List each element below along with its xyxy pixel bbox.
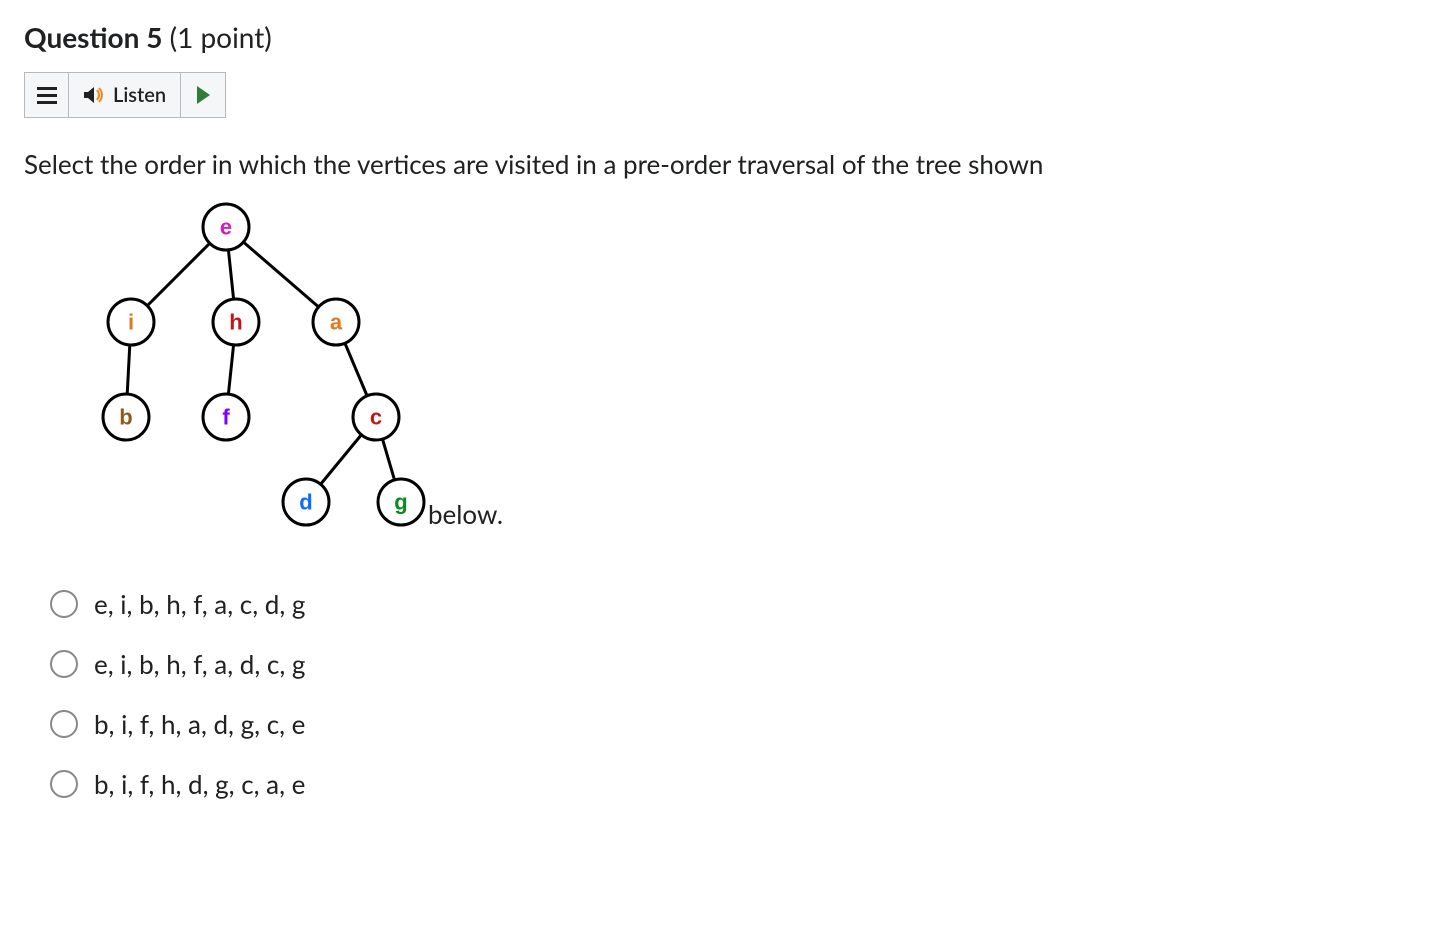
question-toolbar: Listen xyxy=(24,72,226,118)
option-text: b, i, f, h, a, d, g, c, e xyxy=(94,708,305,740)
menu-button[interactable] xyxy=(25,73,69,117)
svg-text:g: g xyxy=(394,490,407,515)
answer-options: e, i, b, h, f, a, c, d, g e, i, b, h, f,… xyxy=(50,588,1419,800)
svg-text:h: h xyxy=(229,310,242,335)
tree-node-g: g xyxy=(378,479,424,525)
tree-node-b: b xyxy=(103,394,149,440)
svg-text:c: c xyxy=(370,405,382,430)
hamburger-icon xyxy=(37,87,57,104)
play-button[interactable] xyxy=(181,73,225,117)
tree-node-h: h xyxy=(213,299,259,345)
option-text: e, i, b, h, f, a, d, c, g xyxy=(94,648,305,680)
option-text: e, i, b, h, f, a, c, d, g xyxy=(94,588,305,620)
question-points: (1 point) xyxy=(170,20,272,54)
tree-node-i: i xyxy=(108,299,154,345)
question-number: Question 5 xyxy=(24,20,162,54)
tree-diagram: e i h a b f c xyxy=(26,192,426,532)
svg-text:d: d xyxy=(299,490,312,515)
answer-option-3[interactable]: b, i, f, h, a, d, g, c, e xyxy=(50,708,1419,740)
listen-label: Listen xyxy=(113,83,166,107)
speaker-icon xyxy=(83,85,105,105)
svg-text:e: e xyxy=(220,215,232,240)
question-header: Question 5 (1 point) xyxy=(24,20,1419,54)
question-text-before: Select the order in which the vertices a… xyxy=(24,146,1043,182)
svg-text:b: b xyxy=(119,405,132,430)
question-body: Select the order in which the vertices a… xyxy=(24,146,1419,532)
tree-node-e: e xyxy=(203,204,249,250)
answer-option-1[interactable]: e, i, b, h, f, a, c, d, g xyxy=(50,588,1419,620)
svg-text:f: f xyxy=(222,405,230,430)
svg-text:a: a xyxy=(330,310,343,335)
play-icon xyxy=(197,86,210,104)
tree-node-d: d xyxy=(283,479,329,525)
option-text: b, i, f, h, d, g, c, a, e xyxy=(94,768,305,800)
tree-node-a: a xyxy=(313,299,359,345)
radio-icon xyxy=(50,770,78,798)
answer-option-4[interactable]: b, i, f, h, d, g, c, a, e xyxy=(50,768,1419,800)
tree-node-c: c xyxy=(353,394,399,440)
svg-text:i: i xyxy=(128,310,134,335)
question-text-after: below. xyxy=(428,496,503,532)
answer-option-2[interactable]: e, i, b, h, f, a, d, c, g xyxy=(50,648,1419,680)
radio-icon xyxy=(50,590,78,618)
listen-button[interactable]: Listen xyxy=(69,73,181,117)
radio-icon xyxy=(50,650,78,678)
radio-icon xyxy=(50,710,78,738)
tree-node-f: f xyxy=(203,394,249,440)
